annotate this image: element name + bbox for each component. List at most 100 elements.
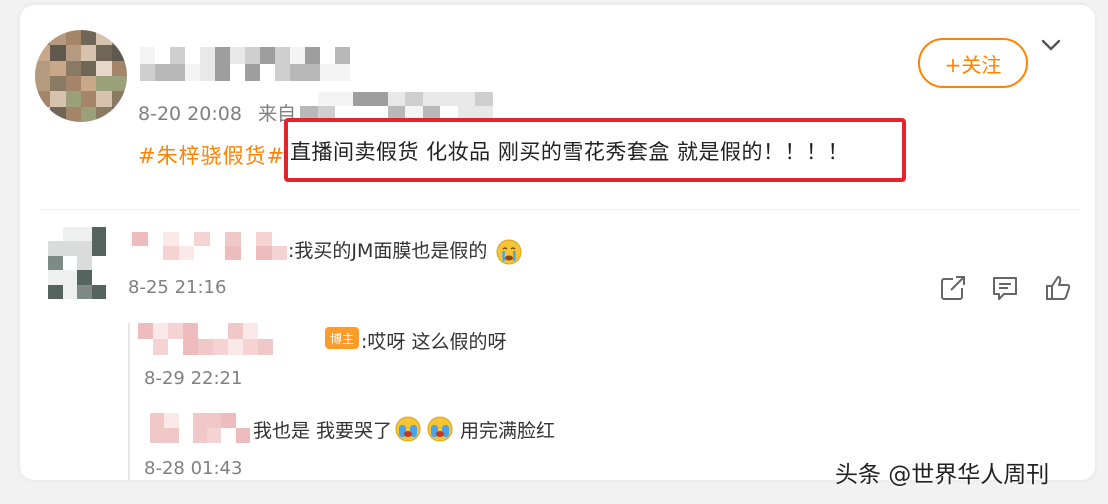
mosaic-cell (62, 255, 77, 271)
mosaic-cell (91, 284, 106, 299)
mosaic-cell (138, 323, 153, 339)
mosaic-cell (77, 227, 92, 242)
mosaic-cell (243, 339, 258, 355)
mosaic-cell (200, 47, 215, 64)
mosaic-cell (48, 255, 63, 271)
mosaic-cell (48, 284, 63, 299)
post-author-name-blurred[interactable] (140, 47, 350, 81)
mosaic-cell (77, 270, 92, 285)
mosaic-cell (320, 47, 335, 64)
mosaic-cell (147, 246, 163, 260)
reply-text-a: 我也是 我要哭了 (253, 419, 393, 442)
mosaic-cell (50, 106, 66, 122)
mosaic-cell (213, 339, 228, 355)
reply-text: :哎呀 这么假的呀 (361, 331, 507, 353)
mosaic-cell (183, 323, 198, 339)
mosaic-cell (235, 428, 250, 443)
mosaic-cell (422, 92, 440, 106)
post-source-blurred (300, 92, 510, 120)
mosaic-cell (260, 47, 275, 64)
mosaic-cell (96, 91, 112, 107)
mosaic-cell (200, 64, 215, 81)
mosaic-cell (213, 323, 228, 339)
mosaic-cell (185, 64, 200, 81)
tears-emoji-icon (427, 416, 453, 442)
mosaic-cell (335, 64, 350, 81)
post-meta: 8-20 20:08 来自 (138, 99, 296, 126)
mosaic-cell (140, 47, 155, 64)
mosaic-cell (235, 413, 250, 428)
mosaic-cell (305, 64, 320, 81)
mosaic-cell (111, 106, 127, 122)
mosaic-cell (140, 64, 155, 81)
divider (40, 209, 1080, 210)
commenter-name-blurred[interactable] (132, 232, 287, 260)
mosaic-cell (80, 45, 97, 61)
mosaic-cell (198, 339, 213, 355)
commenter-avatar[interactable] (48, 227, 106, 299)
mosaic-cell (65, 106, 81, 122)
mosaic-cell (207, 428, 222, 443)
post-time: 8-20 20:08 (138, 103, 242, 125)
chevron-down-icon[interactable] (1038, 32, 1064, 58)
mosaic-cell (155, 47, 170, 64)
reply-author-name-blurred[interactable] (150, 413, 250, 443)
mosaic-cell (62, 284, 77, 299)
mosaic-cell (260, 64, 275, 81)
mosaic-cell (256, 246, 272, 260)
mosaic-cell (138, 339, 153, 355)
post-hashtag[interactable]: #朱梓骁假货# (138, 140, 285, 170)
comment-icon[interactable] (990, 273, 1020, 303)
follow-button[interactable]: +关注 (918, 38, 1028, 88)
post-author-avatar[interactable] (35, 30, 127, 122)
mosaic-cell (62, 270, 77, 285)
mosaic-cell (271, 246, 287, 260)
mosaic-cell (258, 323, 273, 339)
mosaic-cell (111, 30, 127, 46)
mosaic-cell (132, 246, 148, 260)
mosaic-cell (91, 227, 106, 242)
reply-time: 8-28 01:43 (144, 458, 243, 479)
mosaic-cell (168, 339, 183, 355)
mosaic-cell (111, 45, 127, 61)
mosaic-cell (225, 246, 241, 260)
mosaic-cell (150, 413, 165, 428)
mosaic-cell (230, 64, 245, 81)
mosaic-cell (91, 255, 106, 271)
mosaic-cell (335, 47, 350, 64)
mosaic-cell (96, 75, 112, 92)
comment-body: :我买的JM面膜也是假的 (288, 236, 525, 266)
mosaic-cell (271, 232, 287, 246)
mosaic-cell (209, 232, 225, 246)
comment-time: 8-25 21:16 (128, 277, 227, 298)
mosaic-cell (183, 339, 198, 355)
mosaic-cell (164, 428, 179, 443)
mosaic-cell (65, 45, 81, 61)
like-icon[interactable] (1044, 273, 1074, 303)
mosaic-cell (245, 64, 260, 81)
mosaic-cell (185, 47, 200, 64)
mosaic-cell (178, 232, 194, 246)
mosaic-cell (215, 64, 230, 81)
mosaic-cell (192, 428, 208, 443)
mosaic-cell (475, 92, 493, 106)
mosaic-cell (96, 30, 112, 46)
reply-author-name-blurred[interactable] (138, 323, 273, 355)
mosaic-cell (290, 47, 305, 64)
tears-emoji-icon (395, 416, 421, 442)
mosaic-cell (370, 92, 388, 106)
mosaic-cell (111, 60, 127, 76)
comment-text: :我买的JM面膜也是假的 (288, 240, 488, 262)
share-icon[interactable] (938, 273, 968, 303)
mosaic-cell (91, 270, 106, 285)
mosaic-cell (305, 47, 320, 64)
mosaic-cell (48, 241, 63, 256)
mosaic-cell (352, 92, 370, 106)
mosaic-cell (163, 232, 179, 246)
mosaic-cell (48, 270, 63, 285)
mosaic-cell (228, 339, 243, 355)
mosaic-cell (240, 232, 256, 246)
mosaic-cell (230, 47, 245, 64)
mosaic-cell (80, 106, 97, 122)
mosaic-cell (80, 30, 97, 46)
